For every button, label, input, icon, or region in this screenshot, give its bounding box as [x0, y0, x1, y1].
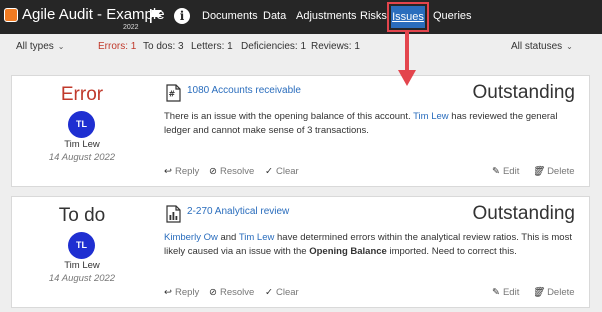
- description-text: imported. Need to correct this.: [389, 246, 517, 257]
- delete-button[interactable]: 🗑 Delete: [532, 287, 575, 298]
- app-year: 2022: [123, 24, 139, 31]
- top-navigation-bar: Agile Audit - Example 2022 i Documents D…: [0, 0, 602, 34]
- description-text: There is an issue with the opening balan…: [164, 111, 411, 122]
- document-link[interactable]: 1080 Accounts receivable: [187, 85, 301, 96]
- letters-filter[interactable]: Letters: 1: [191, 41, 233, 52]
- nav-documents[interactable]: Documents: [202, 10, 258, 22]
- user-mention[interactable]: Kimberly Ow: [164, 232, 218, 243]
- trash-icon: 🗑: [532, 287, 545, 298]
- nav-risks[interactable]: Risks: [360, 10, 387, 22]
- description-text: and: [220, 232, 237, 243]
- user-mention[interactable]: Tim Lew: [239, 232, 275, 243]
- issue-description: There is an issue with the opening balan…: [164, 110, 584, 138]
- avatar[interactable]: TL: [68, 111, 95, 138]
- reply-button[interactable]: ↩ Reply: [164, 166, 199, 177]
- clear-button[interactable]: ✓ Clear: [265, 287, 299, 298]
- reply-label: Reply: [174, 166, 200, 177]
- type-filter-label: All types: [16, 41, 54, 52]
- edit-label: Edit: [502, 287, 520, 298]
- errors-filter[interactable]: Errors: 1: [98, 41, 136, 52]
- todos-filter[interactable]: To dos: 3: [143, 41, 184, 52]
- check-circle-icon: ⊘: [209, 166, 217, 177]
- delete-label: Delete: [547, 287, 575, 298]
- issue-card: Error TL Tim Lew 14 August 2022 # 1080 A…: [11, 75, 590, 187]
- chevron-down-icon: ⌄: [57, 42, 65, 51]
- clear-button[interactable]: ✓ Clear: [265, 166, 299, 177]
- delete-label: Delete: [547, 166, 575, 177]
- issue-kind: To do: [58, 205, 106, 226]
- reply-icon: ↩: [164, 166, 172, 177]
- filter-bar: All types ⌄ Errors: 1 To dos: 3 Letters: …: [0, 34, 602, 60]
- chart-document-icon: [166, 205, 181, 223]
- trash-icon: 🗑: [532, 166, 545, 177]
- issue-description: Kimberly Ow and Tim Lew have determined …: [164, 231, 584, 259]
- resolve-label: Resolve: [219, 166, 255, 177]
- reply-label: Reply: [174, 287, 200, 298]
- nav-adjustments[interactable]: Adjustments: [296, 10, 357, 22]
- edit-label: Edit: [502, 166, 520, 177]
- pencil-icon: ✎: [492, 166, 500, 177]
- check-circle-icon: ⊘: [209, 287, 217, 298]
- pencil-icon: ✎: [492, 287, 500, 298]
- issue-kind: Error: [60, 84, 104, 105]
- reply-button[interactable]: ↩ Reply: [164, 287, 199, 298]
- nav-issues[interactable]: Issues: [391, 6, 425, 28]
- annotation-arrow-icon: [398, 32, 416, 86]
- chevron-down-icon: ⌄: [566, 42, 573, 51]
- check-icon: ✓: [265, 287, 273, 298]
- edit-button[interactable]: ✎ Edit: [492, 166, 519, 177]
- issue-date: 14 August 2022: [48, 273, 116, 284]
- clear-label: Clear: [275, 166, 299, 177]
- numbers-document-icon: #: [166, 84, 181, 102]
- nav-queries[interactable]: Queries: [433, 10, 472, 22]
- issue-status: Outstanding: [472, 203, 575, 224]
- info-icon[interactable]: i: [174, 8, 190, 24]
- resolve-button[interactable]: ⊘ Resolve: [209, 166, 254, 177]
- delete-button[interactable]: 🗑 Delete: [532, 166, 575, 177]
- reviews-filter[interactable]: Reviews: 1: [311, 41, 360, 52]
- resolve-button[interactable]: ⊘ Resolve: [209, 287, 254, 298]
- check-icon: ✓: [265, 166, 273, 177]
- status-filter-dropdown[interactable]: All statuses ⌄: [511, 41, 573, 52]
- edit-button[interactable]: ✎ Edit: [492, 287, 519, 298]
- user-mention[interactable]: Tim Lew: [413, 111, 449, 122]
- reply-icon: ↩: [164, 287, 172, 298]
- app-title[interactable]: Agile Audit - Example: [22, 6, 165, 23]
- nav-data[interactable]: Data: [263, 10, 286, 22]
- description-bold-text: Opening Balance: [309, 246, 387, 257]
- issue-author: Tim Lew: [64, 260, 100, 271]
- nav-issues-highlight: Issues: [387, 2, 429, 32]
- flag-icon[interactable]: [148, 8, 164, 24]
- app-logo-icon: [4, 8, 18, 22]
- clear-label: Clear: [275, 287, 299, 298]
- deficiencies-filter[interactable]: Deficiencies: 1: [241, 41, 306, 52]
- issue-card: To do TL Tim Lew 14 August 2022 2-270 An…: [11, 196, 590, 308]
- document-link[interactable]: 2-270 Analytical review: [187, 206, 289, 217]
- type-filter-dropdown[interactable]: All types ⌄: [16, 41, 65, 52]
- avatar[interactable]: TL: [68, 232, 95, 259]
- status-filter-label: All statuses: [511, 41, 563, 52]
- issue-author: Tim Lew: [64, 139, 100, 150]
- issue-date: 14 August 2022: [48, 152, 116, 163]
- issue-status: Outstanding: [472, 82, 575, 103]
- resolve-label: Resolve: [219, 287, 255, 298]
- svg-text:#: #: [169, 90, 176, 99]
